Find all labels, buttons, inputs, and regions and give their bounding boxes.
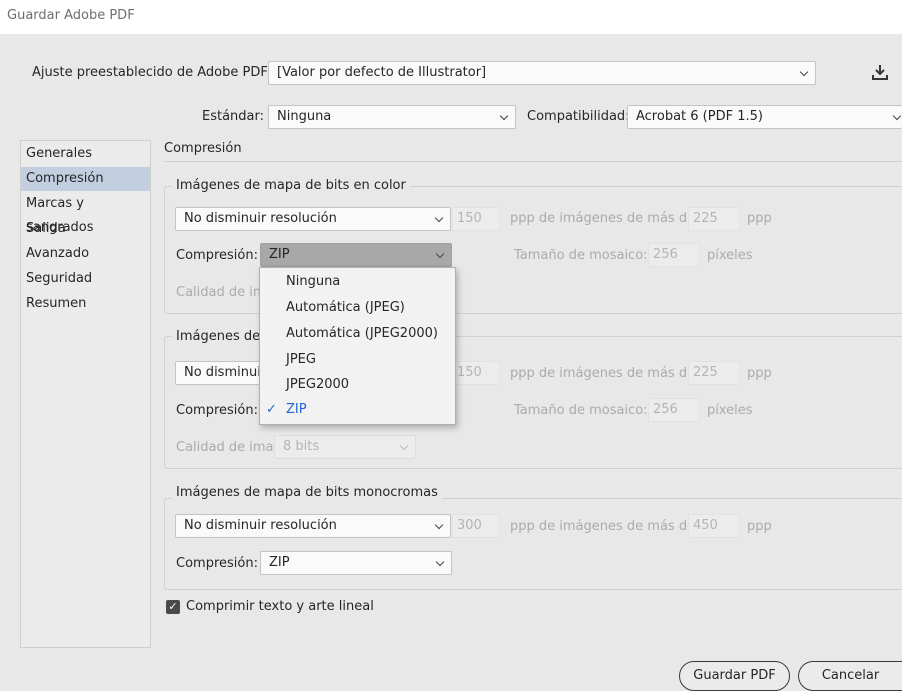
preset-value: [Valor por defecto de Illustrator] bbox=[277, 65, 487, 80]
color-ppp-unit: ppp bbox=[747, 211, 772, 226]
sidebar-item-seguridad[interactable]: Seguridad bbox=[21, 267, 150, 291]
compatibility-value: Acrobat 6 (PDF 1.5) bbox=[636, 109, 763, 124]
standard-label: Estándar: bbox=[202, 109, 265, 124]
mono-ppp-unit: ppp bbox=[747, 519, 772, 534]
menu-item-auto-jpeg[interactable]: Automática (JPEG) bbox=[286, 300, 405, 315]
preset-label: Ajuste preestablecido de Adobe PDF: bbox=[32, 65, 272, 80]
color-downsample-value: No disminuir resolución bbox=[184, 211, 337, 226]
gray-compression-label: Compresión: bbox=[176, 403, 258, 418]
chevron-down-icon bbox=[892, 111, 902, 121]
standard-value: Ninguna bbox=[277, 109, 332, 124]
sidebar-item-salida[interactable]: Salida bbox=[21, 217, 150, 241]
chevron-down-icon bbox=[399, 441, 409, 451]
gray-above-label: ppp de imágenes de más de bbox=[510, 366, 696, 381]
sidebar-item-compresion[interactable]: Compresión bbox=[21, 167, 150, 191]
sidebar-item-resumen[interactable]: Resumen bbox=[21, 292, 150, 316]
color-quality-label: Calidad de im bbox=[176, 285, 266, 300]
mono-compression-label: Compresión: bbox=[176, 556, 258, 571]
gray-downsample-value: No disminui bbox=[184, 365, 261, 380]
color-compression-label: Compresión: bbox=[176, 248, 258, 263]
gray-quality-select[interactable]: 8 bits bbox=[274, 435, 416, 459]
sidebar-item-marcas[interactable]: Marcas y sangrados bbox=[21, 192, 150, 235]
menu-item-jpeg2000[interactable]: JPEG2000 bbox=[286, 377, 349, 392]
checkmark-icon: ✓ bbox=[266, 402, 277, 417]
mono-downsample-value: No disminuir resolución bbox=[184, 518, 337, 533]
gray-ppi-input[interactable]: 150 bbox=[452, 361, 500, 385]
mono-above-label: ppp de imágenes de más de bbox=[510, 519, 696, 534]
gray-quality-value: 8 bits bbox=[283, 439, 320, 454]
mono-images-group bbox=[164, 498, 902, 590]
save-pdf-button[interactable]: Guardar PDF bbox=[679, 661, 790, 691]
compatibility-label: Compatibilidad: bbox=[527, 109, 630, 124]
menu-item-jpeg[interactable]: JPEG bbox=[286, 352, 316, 367]
color-images-title: Imágenes de mapa de bits en color bbox=[172, 178, 410, 193]
gray-tile-input[interactable]: 256 bbox=[648, 398, 700, 422]
gray-tile-label: Tamaño de mosaico: bbox=[514, 403, 648, 418]
color-above-input[interactable]: 225 bbox=[688, 207, 740, 231]
color-tile-unit: píxeles bbox=[707, 248, 753, 263]
cancel-button[interactable]: Cancelar bbox=[798, 661, 902, 691]
title-bar: Guardar Adobe PDF bbox=[0, 0, 902, 34]
gray-images-title: Imágenes de bbox=[172, 329, 265, 344]
chevron-down-icon bbox=[435, 249, 445, 259]
standard-select[interactable]: Ninguna bbox=[268, 105, 516, 129]
mono-ppi-input[interactable]: 300 bbox=[452, 514, 500, 538]
menu-item-zip[interactable]: ZIP bbox=[286, 402, 307, 417]
compress-text-checkbox[interactable]: ✓ bbox=[166, 600, 180, 614]
menu-item-auto-jpeg2000[interactable]: Automática (JPEG2000) bbox=[286, 326, 438, 341]
compression-dropdown-menu: Ninguna Automática (JPEG) Automática (JP… bbox=[259, 267, 456, 425]
chevron-down-icon bbox=[434, 213, 444, 223]
color-above-label: ppp de imágenes de más de bbox=[510, 211, 696, 226]
color-ppi-input[interactable]: 150 bbox=[452, 207, 500, 231]
window-title: Guardar Adobe PDF bbox=[7, 8, 135, 23]
color-tile-label: Tamaño de mosaico: bbox=[514, 248, 648, 263]
color-compression-select[interactable]: ZIP bbox=[260, 243, 452, 267]
download-icon[interactable] bbox=[870, 62, 890, 82]
divider bbox=[164, 161, 902, 162]
compatibility-select[interactable]: Acrobat 6 (PDF 1.5) bbox=[627, 105, 902, 129]
color-compression-value: ZIP bbox=[269, 247, 290, 262]
gray-ppp-unit: ppp bbox=[747, 366, 772, 381]
gray-above-input[interactable]: 225 bbox=[688, 361, 740, 385]
mono-compression-select[interactable]: ZIP bbox=[260, 551, 452, 575]
chevron-down-icon bbox=[435, 557, 445, 567]
mono-images-title: Imágenes de mapa de bits monocromas bbox=[172, 485, 442, 500]
color-downsample-select[interactable]: No disminuir resolución bbox=[175, 207, 451, 231]
preset-select[interactable]: [Valor por defecto de Illustrator] bbox=[268, 61, 816, 85]
section-title: Compresión bbox=[164, 141, 242, 156]
sidebar-item-generales[interactable]: Generales bbox=[21, 142, 150, 166]
sidebar: Generales Compresión Marcas y sangrados … bbox=[20, 140, 151, 648]
mono-downsample-select[interactable]: No disminuir resolución bbox=[175, 514, 451, 538]
color-tile-input[interactable]: 256 bbox=[648, 243, 700, 267]
mono-compression-value: ZIP bbox=[269, 555, 290, 570]
compress-text-label: Comprimir texto y arte lineal bbox=[186, 599, 374, 614]
mono-above-input[interactable]: 450 bbox=[688, 514, 740, 538]
chevron-down-icon bbox=[499, 111, 509, 121]
sidebar-item-avanzado[interactable]: Avanzado bbox=[21, 242, 150, 266]
menu-item-ninguna[interactable]: Ninguna bbox=[286, 274, 340, 289]
chevron-down-icon bbox=[799, 67, 809, 77]
gray-tile-unit: píxeles bbox=[707, 403, 753, 418]
chevron-down-icon bbox=[434, 520, 444, 530]
